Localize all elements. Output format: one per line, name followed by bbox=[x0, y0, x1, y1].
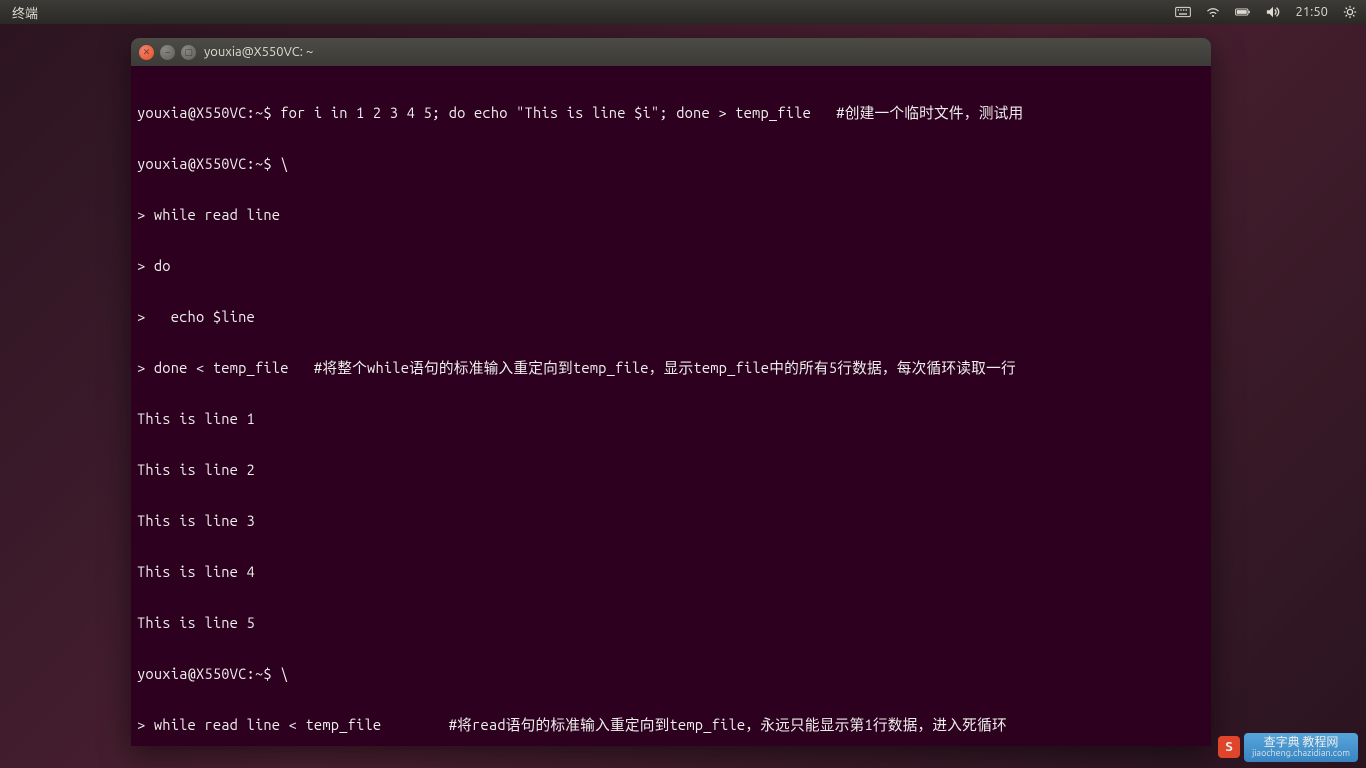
panel-left: 终端 bbox=[8, 3, 38, 22]
gear-icon[interactable] bbox=[1342, 5, 1358, 19]
window-title: youxia@X550VC: ~ bbox=[204, 45, 313, 59]
terminal-line: > done < temp_file #将整个while语句的标准输入重定向到t… bbox=[137, 359, 1205, 376]
keyboard-icon[interactable] bbox=[1175, 5, 1191, 19]
top-panel: 终端 21:50 bbox=[0, 0, 1366, 24]
watermark-badge: S bbox=[1218, 736, 1240, 758]
wifi-icon[interactable] bbox=[1205, 5, 1221, 19]
terminal-line: This is line 1 bbox=[137, 410, 1205, 427]
battery-icon[interactable] bbox=[1235, 5, 1251, 19]
titlebar[interactable]: ✕ – ▢ youxia@X550VC: ~ bbox=[131, 38, 1211, 66]
terminal-line: This is line 5 bbox=[137, 614, 1205, 631]
terminal-line: > echo $line bbox=[137, 308, 1205, 325]
minimize-button[interactable]: – bbox=[160, 45, 175, 60]
terminal-line: > do bbox=[137, 257, 1205, 274]
terminal-line: This is line 3 bbox=[137, 512, 1205, 529]
terminal-line: youxia@X550VC:~$ for i in 1 2 3 4 5; do … bbox=[137, 104, 1205, 121]
watermark-text: 查字典 教程网 jiaocheng.chazidian.com bbox=[1244, 733, 1358, 762]
terminal-body[interactable]: youxia@X550VC:~$ for i in 1 2 3 4 5; do … bbox=[131, 66, 1211, 746]
close-button[interactable]: ✕ bbox=[139, 45, 154, 60]
maximize-button[interactable]: ▢ bbox=[181, 45, 196, 60]
terminal-line: youxia@X550VC:~$ \ bbox=[137, 665, 1205, 682]
watermark-sub: jiaocheng.chazidian.com bbox=[1252, 749, 1350, 759]
terminal-line: > while read line bbox=[137, 206, 1205, 223]
watermark: S 查字典 教程网 jiaocheng.chazidian.com bbox=[1218, 733, 1358, 762]
terminal-window: ✕ – ▢ youxia@X550VC: ~ youxia@X550VC:~$ … bbox=[131, 38, 1211, 746]
panel-right: 21:50 bbox=[1175, 5, 1358, 19]
terminal-line: This is line 4 bbox=[137, 563, 1205, 580]
terminal-line: youxia@X550VC:~$ \ bbox=[137, 155, 1205, 172]
window-buttons: ✕ – ▢ bbox=[139, 45, 196, 60]
clock[interactable]: 21:50 bbox=[1295, 5, 1328, 19]
volume-icon[interactable] bbox=[1265, 5, 1281, 19]
active-app-name[interactable]: 终端 bbox=[12, 3, 38, 22]
terminal-line: > while read line < temp_file #将read语句的标… bbox=[137, 716, 1205, 733]
terminal-line: This is line 2 bbox=[137, 461, 1205, 478]
